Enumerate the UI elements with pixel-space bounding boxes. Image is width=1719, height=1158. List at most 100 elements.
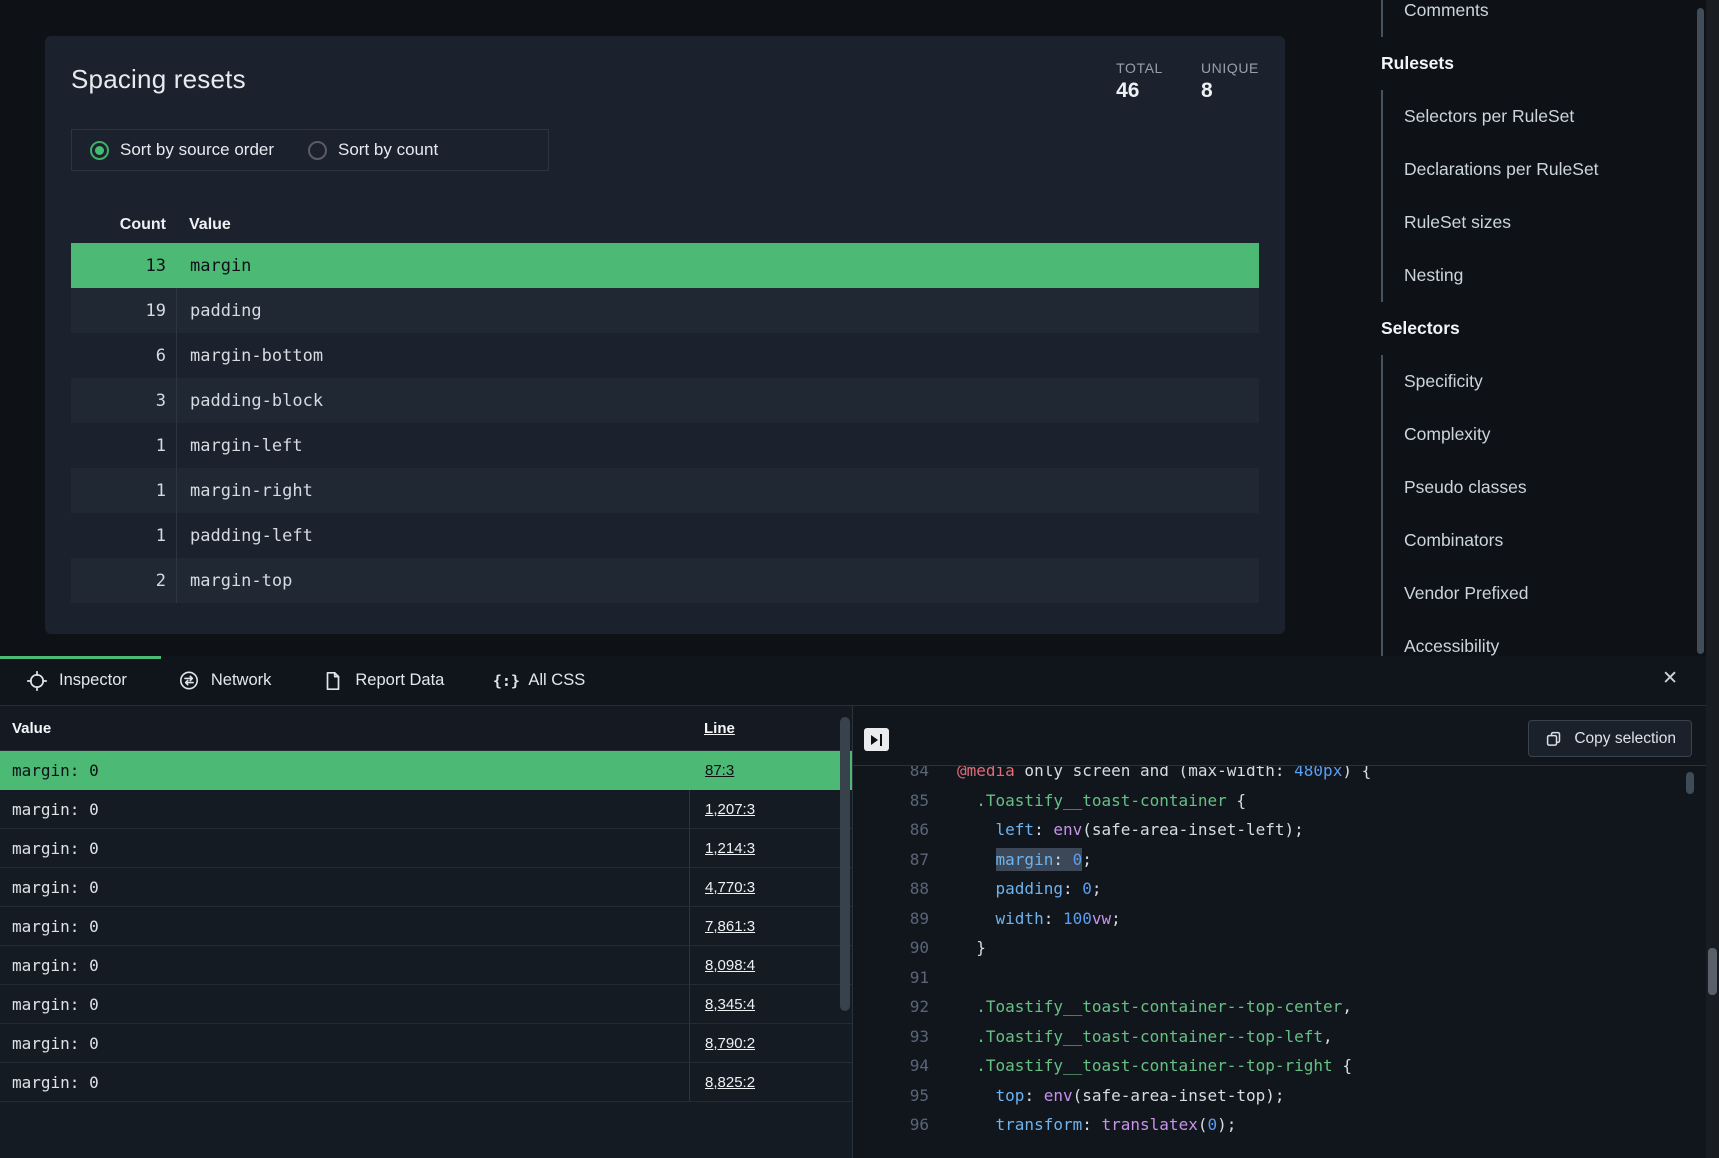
table-row[interactable]: 2margin-top (71, 558, 1259, 603)
sort-option-0[interactable]: Sort by source order (90, 140, 274, 160)
code-lines: 84@media only screen and (max-width: 480… (853, 766, 1706, 1140)
expand-panel-icon[interactable] (864, 728, 889, 751)
radio-icon (308, 141, 327, 160)
code-line-text: margin: 0; (943, 850, 1092, 869)
code-line-text: padding: 0; (943, 879, 1102, 898)
sidebar-item-declarations-per-ruleset[interactable]: Declarations per RuleSet (1381, 143, 1697, 196)
declarations-table-header: Value Line (0, 706, 852, 751)
declaration-line-link[interactable]: 87:3 (705, 762, 734, 779)
declaration-value: margin: 0 (0, 761, 689, 780)
table-row[interactable]: 1margin-right (71, 468, 1259, 513)
sidebar-item-vendor-prefixed[interactable]: Vendor Prefixed (1381, 567, 1697, 620)
table-row[interactable]: 1margin-left (71, 423, 1259, 468)
tab-all-css[interactable]: {:}All CSS (470, 656, 611, 705)
code-scrollbar-thumb[interactable] (1686, 772, 1694, 794)
code-line: 86 left: env(safe-area-inset-left); (853, 815, 1706, 845)
tab-inspector[interactable]: Inspector (0, 656, 153, 705)
code-line-number: 96 (853, 1115, 943, 1134)
sort-option-1[interactable]: Sort by count (308, 140, 438, 160)
code-area: 84@media only screen and (max-width: 480… (853, 766, 1706, 1158)
table-row[interactable]: 3padding-block (71, 378, 1259, 423)
code-line-number: 91 (853, 968, 943, 987)
sidebar-item-pseudo-classes[interactable]: Pseudo classes (1381, 461, 1697, 514)
table-row[interactable]: 1padding-left (71, 513, 1259, 558)
sidebar-row: Rulesets (1381, 37, 1697, 90)
declarations-scrollbar-thumb[interactable] (840, 717, 850, 1011)
sidebar-item-nesting[interactable]: Nesting (1381, 249, 1697, 302)
sidebar-scrollbar-thumb[interactable] (1697, 8, 1704, 654)
declaration-line-cell: 4,770:3 (689, 868, 852, 906)
page-title: Spacing resets (71, 64, 246, 95)
code-line-number: 94 (853, 1056, 943, 1075)
declaration-row[interactable]: margin: 0 8,825:2 (0, 1063, 852, 1102)
table-row[interactable]: 13margin (71, 243, 1259, 288)
table-row[interactable]: 6margin-bottom (71, 333, 1259, 378)
declaration-line-link[interactable]: 8,098:4 (705, 957, 755, 974)
decl-line-sort-header[interactable]: Line (689, 720, 852, 737)
declaration-line-link[interactable]: 4,770:3 (705, 879, 755, 896)
sidebar-row: RuleSet sizes (1381, 196, 1697, 249)
declaration-line-link[interactable]: 1,214:3 (705, 840, 755, 857)
sidebar-item-complexity[interactable]: Complexity (1381, 408, 1697, 461)
sidebar-item-combinators[interactable]: Combinators (1381, 514, 1697, 567)
declaration-line-cell: 8,790:2 (689, 1024, 852, 1062)
panel-tab-bar: InspectorNetworkReport Data{:}All CSS ✕ (0, 656, 1706, 706)
panel-split: Value Line margin: 087:3margin: 01,207:3… (0, 706, 1706, 1158)
row-count: 2 (71, 571, 176, 591)
sidebar-row: Vendor Prefixed (1381, 567, 1697, 620)
code-line: 91 (853, 963, 1706, 993)
toggle-bar-icon (880, 734, 883, 746)
declaration-line-link[interactable]: 1,207:3 (705, 801, 755, 818)
declaration-line-link[interactable]: 8,345:4 (705, 996, 755, 1013)
spacing-table-rows: 13margin19padding6margin-bottom3padding-… (71, 243, 1259, 603)
code-line: 90 } (853, 933, 1706, 963)
declaration-row[interactable]: margin: 0 7,861:3 (0, 907, 852, 946)
declaration-row[interactable]: margin: 0 87:3 (0, 751, 852, 790)
code-line: 88 padding: 0; (853, 874, 1706, 904)
app-root: Spacing resets TOTAL46UNIQUE8 Sort by so… (0, 0, 1719, 1158)
row-value: margin-bottom (176, 333, 1259, 378)
radio-dot-icon (313, 146, 322, 155)
sort-options-group: Sort by source order Sort by count (71, 129, 549, 171)
declaration-row[interactable]: margin: 01,214:3 (0, 829, 852, 868)
code-line: 95 top: env(safe-area-inset-top); (853, 1081, 1706, 1111)
sidebar-item-accessibility[interactable]: Accessibility (1381, 620, 1697, 656)
declaration-line-link[interactable]: 8,825:2 (705, 1074, 755, 1091)
sidebar-item-ruleset-sizes[interactable]: RuleSet sizes (1381, 196, 1697, 249)
tab-report-data[interactable]: Report Data (297, 656, 470, 705)
sidebar-item-specificity[interactable]: Specificity (1381, 355, 1697, 408)
declaration-line-link[interactable]: 7,861:3 (705, 918, 755, 935)
code-line-text: left: env(safe-area-inset-left); (943, 820, 1304, 839)
declarations-table: Value Line margin: 087:3margin: 01,207:3… (0, 706, 853, 1158)
sort-option-label: Sort by source order (120, 140, 274, 160)
copy-selection-button[interactable]: Copy selection (1528, 720, 1692, 757)
sidebar-row: Accessibility (1381, 620, 1697, 656)
declaration-row[interactable]: margin: 0 8,345:4 (0, 985, 852, 1024)
declaration-row[interactable]: margin: 08,098:4 (0, 946, 852, 985)
row-value: margin (176, 243, 1259, 288)
declaration-row[interactable]: margin: 08,790:2 (0, 1024, 852, 1063)
declaration-row[interactable]: margin: 01,207:3 (0, 790, 852, 829)
declaration-line-cell: 8,825:2 (689, 1063, 852, 1101)
declaration-row[interactable]: margin: 04,770:3 (0, 868, 852, 907)
active-tab-indicator (0, 656, 161, 659)
declaration-value: margin: 0 (0, 917, 689, 936)
declaration-line-link[interactable]: 8,790:2 (705, 1035, 755, 1052)
table-row[interactable]: 19padding (71, 288, 1259, 333)
row-value: padding-block (176, 378, 1259, 423)
sidebar-row: Comments (1381, 0, 1697, 37)
declaration-line-cell: 87:3 (689, 751, 852, 789)
sidebar-item-comments[interactable]: Comments (1381, 0, 1697, 37)
close-icon[interactable]: ✕ (1662, 669, 1678, 688)
network-icon (179, 671, 199, 691)
page-scrollbar[interactable] (1706, 0, 1719, 1158)
declaration-value: margin: 0 (0, 995, 689, 1014)
page-scrollbar-thumb[interactable] (1708, 948, 1717, 995)
sidebar-row: Declarations per RuleSet (1381, 143, 1697, 196)
row-count: 19 (71, 301, 176, 321)
code-line-text: width: 100vw; (943, 909, 1121, 928)
tab-network[interactable]: Network (153, 656, 298, 705)
declaration-value: margin: 0 (0, 1073, 689, 1092)
sidebar-item-selectors-per-ruleset[interactable]: Selectors per RuleSet (1381, 90, 1697, 143)
report-nav-sidebar: CommentsRulesetsSelectors per RuleSetDec… (1381, 0, 1697, 656)
